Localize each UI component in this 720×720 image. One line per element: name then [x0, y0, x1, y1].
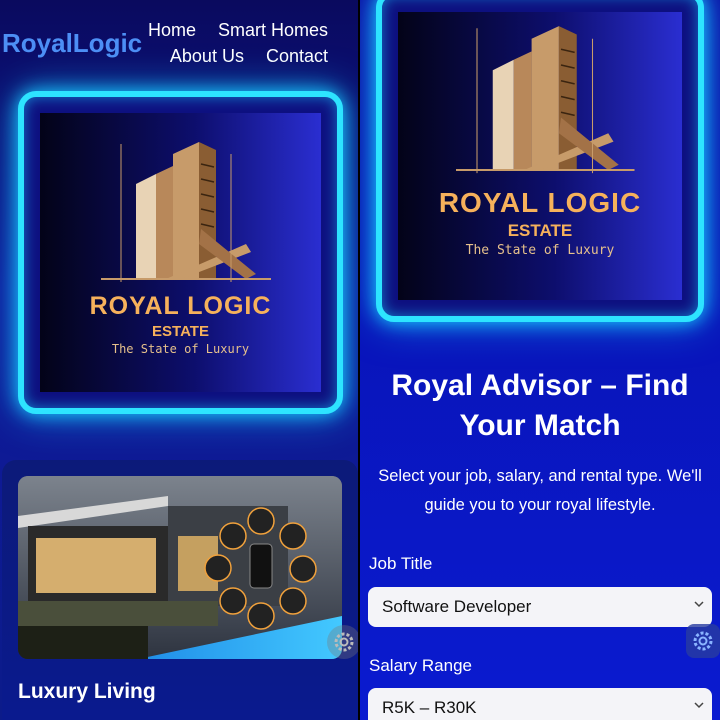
- logo-subtitle: ESTATE: [507, 221, 573, 240]
- left-screen: RoyalLogic Home Smart Homes About Us Con…: [0, 0, 360, 720]
- logo-image: ROYAL LOGIC ESTATE The State of Luxury: [40, 113, 321, 392]
- salary-range-value: R5K – R30K: [382, 698, 477, 717]
- job-title-value: Software Developer: [382, 597, 532, 616]
- advisor-heading: Royal Advisor – Find Your Match: [391, 369, 689, 442]
- settings-gear-icon[interactable]: [686, 624, 720, 658]
- nav-contact[interactable]: Contact: [266, 46, 328, 67]
- logo-title: ROYAL LOGIC: [438, 187, 642, 218]
- feature-card[interactable]: Luxury Living: [2, 460, 360, 720]
- job-title-select[interactable]: Software Developer: [368, 587, 712, 627]
- main-nav: Home Smart Homes About Us Contact: [128, 20, 328, 67]
- settings-gear-icon[interactable]: [327, 625, 360, 659]
- advisor-description: Select your job, salary, and rental type…: [378, 467, 702, 514]
- logo-card: ROYAL LOGIC ESTATE The State of Luxury: [18, 91, 343, 414]
- salary-range-select[interactable]: R5K – R30K: [368, 688, 712, 720]
- logo-title: ROYAL LOGIC: [89, 292, 272, 320]
- logo-tagline: The State of Luxury: [465, 243, 615, 258]
- building-logo-icon: [100, 142, 271, 282]
- luxury-house-photo: [18, 476, 342, 659]
- right-screen: ROYAL LOGIC ESTATE The State of Luxury R…: [360, 0, 720, 720]
- salary-range-label: Salary Range: [369, 656, 473, 675]
- job-title-label: Job Title: [369, 554, 433, 573]
- nav-smart-homes[interactable]: Smart Homes: [218, 20, 328, 41]
- logo-image: ROYAL LOGIC ESTATE The State of Luxury: [398, 12, 682, 300]
- card-title: Luxury Living: [18, 680, 156, 703]
- chevron-down-icon: [694, 702, 704, 709]
- building-logo-icon: [456, 26, 635, 174]
- nav-about-us[interactable]: About Us: [170, 46, 244, 67]
- brand-logo-text[interactable]: RoyalLogic: [2, 28, 142, 59]
- logo-tagline: The State of Luxury: [111, 342, 250, 356]
- logo-subtitle: ESTATE: [152, 323, 209, 340]
- nav-home[interactable]: Home: [148, 20, 196, 41]
- chevron-down-icon: [694, 601, 704, 608]
- logo-card: ROYAL LOGIC ESTATE The State of Luxury: [376, 0, 704, 322]
